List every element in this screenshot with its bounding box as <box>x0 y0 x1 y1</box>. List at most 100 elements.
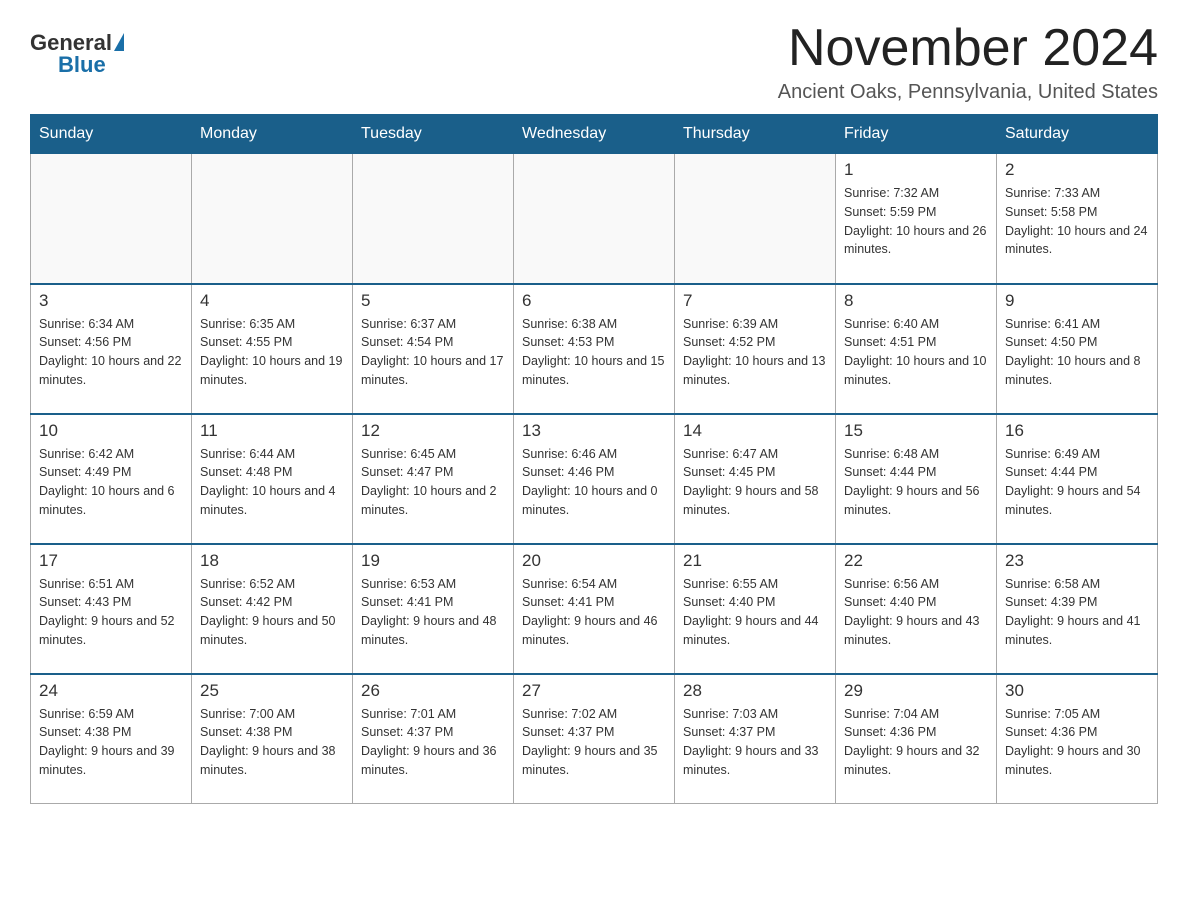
day-number: 18 <box>200 551 344 571</box>
calendar-cell: 2Sunrise: 7:33 AM Sunset: 5:58 PM Daylig… <box>997 154 1158 284</box>
calendar-cell: 21 Sunrise: 6:55 AM Sunset: 4:40 PM Dayli… <box>675 544 836 674</box>
calendar-cell: 1 Sunrise: 7:32 AM Sunset: 5:59 PM Daylig… <box>836 154 997 284</box>
calendar-week-row: 17 Sunrise: 6:51 AM Sunset: 4:43 PM Dayli… <box>31 544 1158 674</box>
day-info: Sunrise: 6:51 AM Sunset: 4:43 PM Dayligh… <box>39 575 183 650</box>
weekday-header-sunday: Sunday <box>31 115 192 154</box>
calendar-cell <box>192 154 353 284</box>
day-number: 8 <box>844 291 988 311</box>
calendar-cell: 8 Sunrise: 6:40 AM Sunset: 4:51 PM Daylig… <box>836 284 997 414</box>
day-info: Sunrise: 7:03 AM Sunset: 4:37 PM Dayligh… <box>683 705 827 780</box>
day-info: Sunrise: 6:34 AM Sunset: 4:56 PM Dayligh… <box>39 315 183 390</box>
day-number: 17 <box>39 551 183 571</box>
day-info: Sunrise: 6:49 AM Sunset: 4:44 PM Dayligh… <box>1005 445 1149 520</box>
weekday-header-friday: Friday <box>836 115 997 154</box>
day-info: Sunrise: 6:55 AM Sunset: 4:40 PM Dayligh… <box>683 575 827 650</box>
weekday-header-row: SundayMondayTuesdayWednesdayThursdayFrid… <box>31 115 1158 154</box>
calendar-cell: 9Sunrise: 6:41 AM Sunset: 4:50 PM Daylig… <box>997 284 1158 414</box>
calendar-table: SundayMondayTuesdayWednesdayThursdayFrid… <box>30 114 1158 804</box>
day-info: Sunrise: 7:01 AM Sunset: 4:37 PM Dayligh… <box>361 705 505 780</box>
calendar-cell: 4 Sunrise: 6:35 AM Sunset: 4:55 PM Daylig… <box>192 284 353 414</box>
day-number: 5 <box>361 291 505 311</box>
day-info: Sunrise: 6:38 AM Sunset: 4:53 PM Dayligh… <box>522 315 666 390</box>
calendar-cell: 17 Sunrise: 6:51 AM Sunset: 4:43 PM Dayli… <box>31 544 192 674</box>
day-number: 11 <box>200 421 344 441</box>
day-number: 29 <box>844 681 988 701</box>
day-info: Sunrise: 6:41 AM Sunset: 4:50 PM Dayligh… <box>1005 315 1149 390</box>
day-number: 13 <box>522 421 666 441</box>
day-number: 28 <box>683 681 827 701</box>
day-info: Sunrise: 6:58 AM Sunset: 4:39 PM Dayligh… <box>1005 575 1149 650</box>
day-info: Sunrise: 7:32 AM Sunset: 5:59 PM Dayligh… <box>844 184 988 259</box>
page-header: General Blue November 2024 Ancient Oaks,… <box>30 20 1158 104</box>
calendar-cell: 16Sunrise: 6:49 AM Sunset: 4:44 PM Dayli… <box>997 414 1158 544</box>
day-number: 1 <box>844 160 988 180</box>
calendar-cell: 10 Sunrise: 6:42 AM Sunset: 4:49 PM Dayli… <box>31 414 192 544</box>
day-info: Sunrise: 6:37 AM Sunset: 4:54 PM Dayligh… <box>361 315 505 390</box>
calendar-cell: 28 Sunrise: 7:03 AM Sunset: 4:37 PM Dayli… <box>675 674 836 804</box>
day-number: 10 <box>39 421 183 441</box>
calendar-cell: 20Sunrise: 6:54 AM Sunset: 4:41 PM Dayli… <box>514 544 675 674</box>
calendar-week-row: 10 Sunrise: 6:42 AM Sunset: 4:49 PM Dayli… <box>31 414 1158 544</box>
day-info: Sunrise: 6:40 AM Sunset: 4:51 PM Dayligh… <box>844 315 988 390</box>
day-info: Sunrise: 6:53 AM Sunset: 4:41 PM Dayligh… <box>361 575 505 650</box>
logo-blue-text: Blue <box>58 52 106 78</box>
calendar-cell: 29 Sunrise: 7:04 AM Sunset: 4:36 PM Dayli… <box>836 674 997 804</box>
day-number: 14 <box>683 421 827 441</box>
day-number: 25 <box>200 681 344 701</box>
day-number: 7 <box>683 291 827 311</box>
day-number: 4 <box>200 291 344 311</box>
day-number: 26 <box>361 681 505 701</box>
calendar-cell <box>31 154 192 284</box>
calendar-week-row: 3Sunrise: 6:34 AM Sunset: 4:56 PM Daylig… <box>31 284 1158 414</box>
day-number: 27 <box>522 681 666 701</box>
calendar-cell: 27 Sunrise: 7:02 AM Sunset: 4:37 PM Dayli… <box>514 674 675 804</box>
weekday-header-tuesday: Tuesday <box>353 115 514 154</box>
day-info: Sunrise: 6:46 AM Sunset: 4:46 PM Dayligh… <box>522 445 666 520</box>
weekday-header-saturday: Saturday <box>997 115 1158 154</box>
day-info: Sunrise: 6:45 AM Sunset: 4:47 PM Dayligh… <box>361 445 505 520</box>
day-info: Sunrise: 6:56 AM Sunset: 4:40 PM Dayligh… <box>844 575 988 650</box>
calendar-cell: 3Sunrise: 6:34 AM Sunset: 4:56 PM Daylig… <box>31 284 192 414</box>
calendar-cell: 14 Sunrise: 6:47 AM Sunset: 4:45 PM Dayli… <box>675 414 836 544</box>
day-number: 19 <box>361 551 505 571</box>
day-number: 21 <box>683 551 827 571</box>
calendar-cell: 19 Sunrise: 6:53 AM Sunset: 4:41 PM Dayli… <box>353 544 514 674</box>
day-info: Sunrise: 6:39 AM Sunset: 4:52 PM Dayligh… <box>683 315 827 390</box>
calendar-cell: 30Sunrise: 7:05 AM Sunset: 4:36 PM Dayli… <box>997 674 1158 804</box>
day-info: Sunrise: 6:48 AM Sunset: 4:44 PM Dayligh… <box>844 445 988 520</box>
calendar-week-row: 24Sunrise: 6:59 AM Sunset: 4:38 PM Dayli… <box>31 674 1158 804</box>
month-title: November 2024 <box>778 20 1158 77</box>
calendar-cell: 6Sunrise: 6:38 AM Sunset: 4:53 PM Daylig… <box>514 284 675 414</box>
weekday-header-monday: Monday <box>192 115 353 154</box>
calendar-cell <box>675 154 836 284</box>
day-info: Sunrise: 6:47 AM Sunset: 4:45 PM Dayligh… <box>683 445 827 520</box>
calendar-cell: 7 Sunrise: 6:39 AM Sunset: 4:52 PM Daylig… <box>675 284 836 414</box>
calendar-cell: 18 Sunrise: 6:52 AM Sunset: 4:42 PM Dayli… <box>192 544 353 674</box>
calendar-cell: 15 Sunrise: 6:48 AM Sunset: 4:44 PM Dayli… <box>836 414 997 544</box>
day-number: 22 <box>844 551 988 571</box>
day-info: Sunrise: 6:52 AM Sunset: 4:42 PM Dayligh… <box>200 575 344 650</box>
calendar-cell <box>514 154 675 284</box>
day-info: Sunrise: 6:35 AM Sunset: 4:55 PM Dayligh… <box>200 315 344 390</box>
title-section: November 2024 Ancient Oaks, Pennsylvania… <box>778 20 1158 104</box>
logo-triangle-icon <box>114 33 124 51</box>
calendar-cell: 25Sunrise: 7:00 AM Sunset: 4:38 PM Dayli… <box>192 674 353 804</box>
day-number: 30 <box>1005 681 1149 701</box>
calendar-cell: 22 Sunrise: 6:56 AM Sunset: 4:40 PM Dayli… <box>836 544 997 674</box>
calendar-cell: 24Sunrise: 6:59 AM Sunset: 4:38 PM Dayli… <box>31 674 192 804</box>
calendar-cell: 12 Sunrise: 6:45 AM Sunset: 4:47 PM Dayli… <box>353 414 514 544</box>
calendar-cell: 5 Sunrise: 6:37 AM Sunset: 4:54 PM Daylig… <box>353 284 514 414</box>
day-number: 20 <box>522 551 666 571</box>
day-number: 15 <box>844 421 988 441</box>
day-info: Sunrise: 7:02 AM Sunset: 4:37 PM Dayligh… <box>522 705 666 780</box>
day-number: 12 <box>361 421 505 441</box>
day-number: 24 <box>39 681 183 701</box>
day-info: Sunrise: 6:44 AM Sunset: 4:48 PM Dayligh… <box>200 445 344 520</box>
calendar-cell: 13 Sunrise: 6:46 AM Sunset: 4:46 PM Dayli… <box>514 414 675 544</box>
calendar-cell: 23 Sunrise: 6:58 AM Sunset: 4:39 PM Dayli… <box>997 544 1158 674</box>
calendar-week-row: 1 Sunrise: 7:32 AM Sunset: 5:59 PM Daylig… <box>31 154 1158 284</box>
calendar-cell <box>353 154 514 284</box>
day-number: 23 <box>1005 551 1149 571</box>
day-info: Sunrise: 7:04 AM Sunset: 4:36 PM Dayligh… <box>844 705 988 780</box>
day-info: Sunrise: 6:42 AM Sunset: 4:49 PM Dayligh… <box>39 445 183 520</box>
